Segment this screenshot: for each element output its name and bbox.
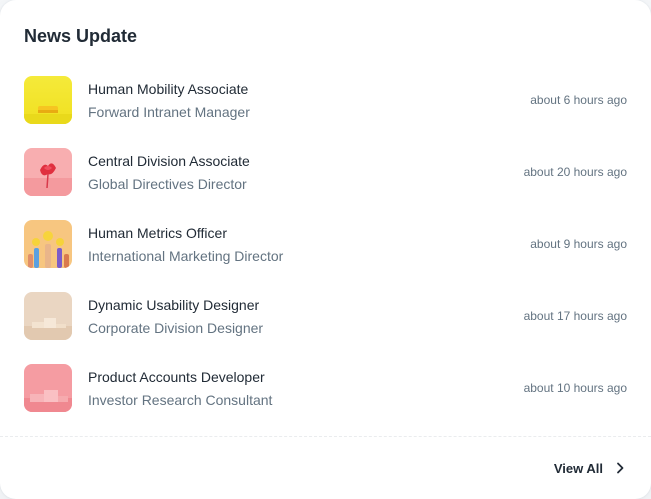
news-list: Human Mobility Associate Forward Intrane… [0,76,651,436]
list-item[interactable]: Product Accounts Developer Investor Rese… [0,364,651,412]
item-title[interactable]: Central Division Associate [88,153,250,169]
list-item[interactable]: Human Mobility Associate Forward Intrane… [0,76,651,124]
pink-pedestals-thumbnail [24,364,72,412]
item-timestamp: about 6 hours ago [530,93,627,107]
beige-pedestals-thumbnail [24,292,72,340]
list-item[interactable]: Dynamic Usability Designer Corporate Div… [0,292,651,340]
chevron-right-icon [613,461,627,475]
item-subtitle: International Marketing Director [88,248,284,264]
item-timestamp: about 10 hours ago [523,381,627,395]
item-timestamp: about 20 hours ago [523,165,627,179]
item-subtitle: Investor Research Consultant [88,392,273,408]
list-item[interactable]: Central Division Associate Global Direct… [0,148,651,196]
item-subtitle: Forward Intranet Manager [88,104,250,120]
list-item[interactable]: Human Metrics Officer International Mark… [0,220,651,268]
card-title: News Update [24,26,138,46]
item-timestamp: about 9 hours ago [530,237,627,251]
item-title[interactable]: Product Accounts Developer [88,369,265,385]
item-title[interactable]: Dynamic Usability Designer [88,297,259,313]
yellow-pedestal-thumbnail [24,76,72,124]
item-subtitle: Global Directives Director [88,176,247,192]
red-flower-thumbnail [24,148,72,196]
raised-hands-thumbnail [24,220,72,268]
view-all-button[interactable]: View All [550,453,631,483]
news-update-card: News Update Human Mobility Associate For… [0,0,651,499]
divider [0,436,651,437]
item-title[interactable]: Human Mobility Associate [88,81,248,97]
item-timestamp: about 17 hours ago [523,309,627,323]
item-subtitle: Corporate Division Designer [88,320,264,336]
item-title[interactable]: Human Metrics Officer [88,225,227,241]
view-all-label: View All [553,460,603,476]
